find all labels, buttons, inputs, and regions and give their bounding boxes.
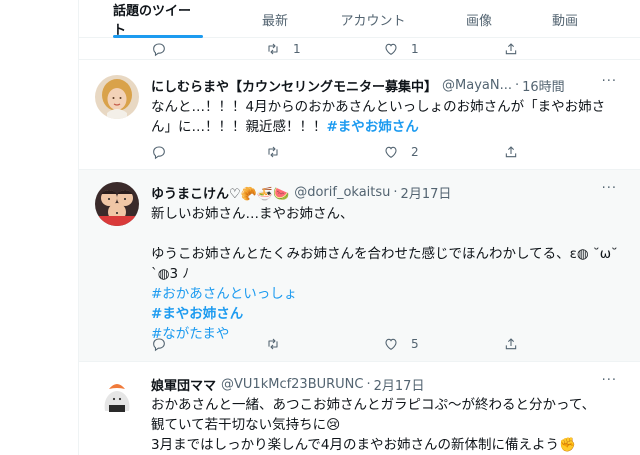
search-tabs: 話題のツイート 最新 アカウント 画像 動画 <box>79 0 640 38</box>
hashtag[interactable]: #まやお姉さん <box>151 304 621 324</box>
avatar[interactable] <box>95 75 139 119</box>
retweet-icon <box>268 43 278 55</box>
like-count: 2 <box>411 145 419 159</box>
user-handle[interactable]: @dorif_okaitsu <box>294 185 390 200</box>
timestamp[interactable]: 2月17日 <box>401 183 452 202</box>
tweet-line: 3月まではしっかり楽しんで4月のまやお姉さんの新体制に備えよう✊ <box>151 437 576 453</box>
retweet-button[interactable] <box>265 335 281 353</box>
share-icon <box>505 338 517 350</box>
display-name[interactable]: ゆうまこけん♡🥐🍜🍉 <box>151 183 289 202</box>
separator-dot: · <box>366 376 371 392</box>
retweet-icon <box>268 338 278 350</box>
timestamp[interactable]: 2月17日 <box>374 375 425 394</box>
tweet-header: 娘軍団ママ @VU1kMcf23BURUNC · 2月17日 <box>151 375 425 394</box>
like-button[interactable]: 1 <box>383 40 419 58</box>
tweet[interactable]: ゆうまこけん♡🥐🍜🍉 @dorif_okaitsu · 2月17日 ··· 新し… <box>79 170 640 362</box>
tweet-text: おかあさんと一緒、あつこお姉さんとガラピコぷ〜が終わると分かって、 観ていて若干… <box>151 395 621 455</box>
reply-button[interactable] <box>151 143 167 161</box>
like-icon <box>385 43 397 55</box>
tweet[interactable]: にしむらまや【カウンセリングモニター募集中】 @MayaN... · 16時間 … <box>79 61 640 170</box>
tweet-header: ゆうまこけん♡🥐🍜🍉 @dorif_okaitsu · 2月17日 <box>151 183 452 202</box>
share-button[interactable] <box>503 335 519 353</box>
display-name[interactable]: 娘軍団ママ <box>151 375 216 394</box>
more-icon[interactable]: ··· <box>602 373 617 388</box>
share-icon <box>505 146 517 158</box>
tab-videos[interactable]: 動画 <box>545 0 585 38</box>
hashtag[interactable]: #おかあさんといっしょ <box>151 284 621 304</box>
like-count: 5 <box>411 337 419 351</box>
tweet-line: 新しいお姉さん…まやお姉さん、 <box>151 206 354 222</box>
user-handle[interactable]: @VU1kMcf23BURUNC <box>221 377 363 392</box>
tweet-header: にしむらまや【カウンセリングモニター募集中】 @MayaN... · 16時間 <box>151 76 565 95</box>
reply-icon <box>153 146 165 160</box>
like-icon <box>385 146 397 158</box>
timestamp[interactable]: 16時間 <box>522 76 565 95</box>
retweet-button[interactable]: 1 <box>265 40 301 58</box>
reply-icon <box>153 43 165 57</box>
like-icon <box>385 338 397 350</box>
tweet-line: ゆうこお姉さんとたくみお姉さんを合わせた感じでほんわかしてる、ε◍ ˘ω˘ <box>151 246 618 262</box>
avatar[interactable] <box>95 182 139 226</box>
more-icon[interactable]: ··· <box>602 181 617 196</box>
retweet-button[interactable] <box>265 143 281 161</box>
tab-latest[interactable]: 最新 <box>255 0 295 38</box>
share-icon <box>505 43 517 55</box>
tweet-line: なんと…！！！4月からのおかあさんといっしょのお姉さんが「まやお姉さ <box>151 99 606 115</box>
like-count: 1 <box>411 42 419 56</box>
like-button[interactable]: 2 <box>383 143 419 161</box>
timeline-column: 話題のツイート 最新 アカウント 画像 動画 1 1 にしむらまや【カウンセリン… <box>78 0 640 455</box>
tweet-actions: 1 1 <box>151 40 621 58</box>
tweet-line: `◍3 ﾉ <box>151 266 190 282</box>
tab-top[interactable]: 話題のツイート <box>113 0 203 38</box>
share-button[interactable] <box>503 143 519 161</box>
tab-images[interactable]: 画像 <box>459 0 499 38</box>
retweet-count: 1 <box>293 42 301 56</box>
reply-button[interactable] <box>151 335 167 353</box>
hashtag[interactable]: #まやお姉さん <box>327 119 419 135</box>
tweet-actions: 5 <box>151 335 621 353</box>
share-button[interactable] <box>503 40 519 58</box>
tweet-actions: 2 <box>151 143 621 161</box>
tweet-line: ん」に…！！！親近感！！！#まやお姉さん <box>151 117 621 137</box>
reply-icon <box>153 338 165 352</box>
tweet-text: なんと…！！！4月からのおかあさんといっしょのお姉さんが「まやお姉さ ん」に…！… <box>151 97 621 137</box>
retweet-icon <box>268 146 278 158</box>
tweet-line: おかあさんと一緒、あつこお姉さんとガラピコぷ〜が終わると分かって、 <box>151 397 596 413</box>
tweet-partial[interactable]: 1 1 <box>79 38 640 60</box>
like-button[interactable]: 5 <box>383 335 419 353</box>
avatar[interactable] <box>95 375 139 419</box>
separator-dot: · <box>514 77 520 93</box>
reply-button[interactable] <box>151 40 167 58</box>
active-tab-indicator <box>113 35 203 38</box>
left-margin <box>0 0 78 455</box>
tab-accounts[interactable]: アカウント <box>333 0 413 38</box>
user-handle[interactable]: @MayaN... <box>442 78 512 93</box>
tweet-text: 新しいお姉さん…まやお姉さん、 ゆうこお姉さんとたくみお姉さんを合わせた感じでほ… <box>151 204 621 344</box>
tweet-line-text: ん」に…！！！親近感！！！ <box>151 119 327 135</box>
more-icon[interactable]: ··· <box>602 74 617 89</box>
separator-dot: · <box>393 184 398 200</box>
display-name[interactable]: にしむらまや【カウンセリングモニター募集中】 <box>151 76 437 95</box>
tweet[interactable]: 娘軍団ママ @VU1kMcf23BURUNC · 2月17日 ··· おかあさん… <box>79 363 640 455</box>
tweet-line: 観ていて若干切ない気持ちに😢 <box>151 417 341 433</box>
